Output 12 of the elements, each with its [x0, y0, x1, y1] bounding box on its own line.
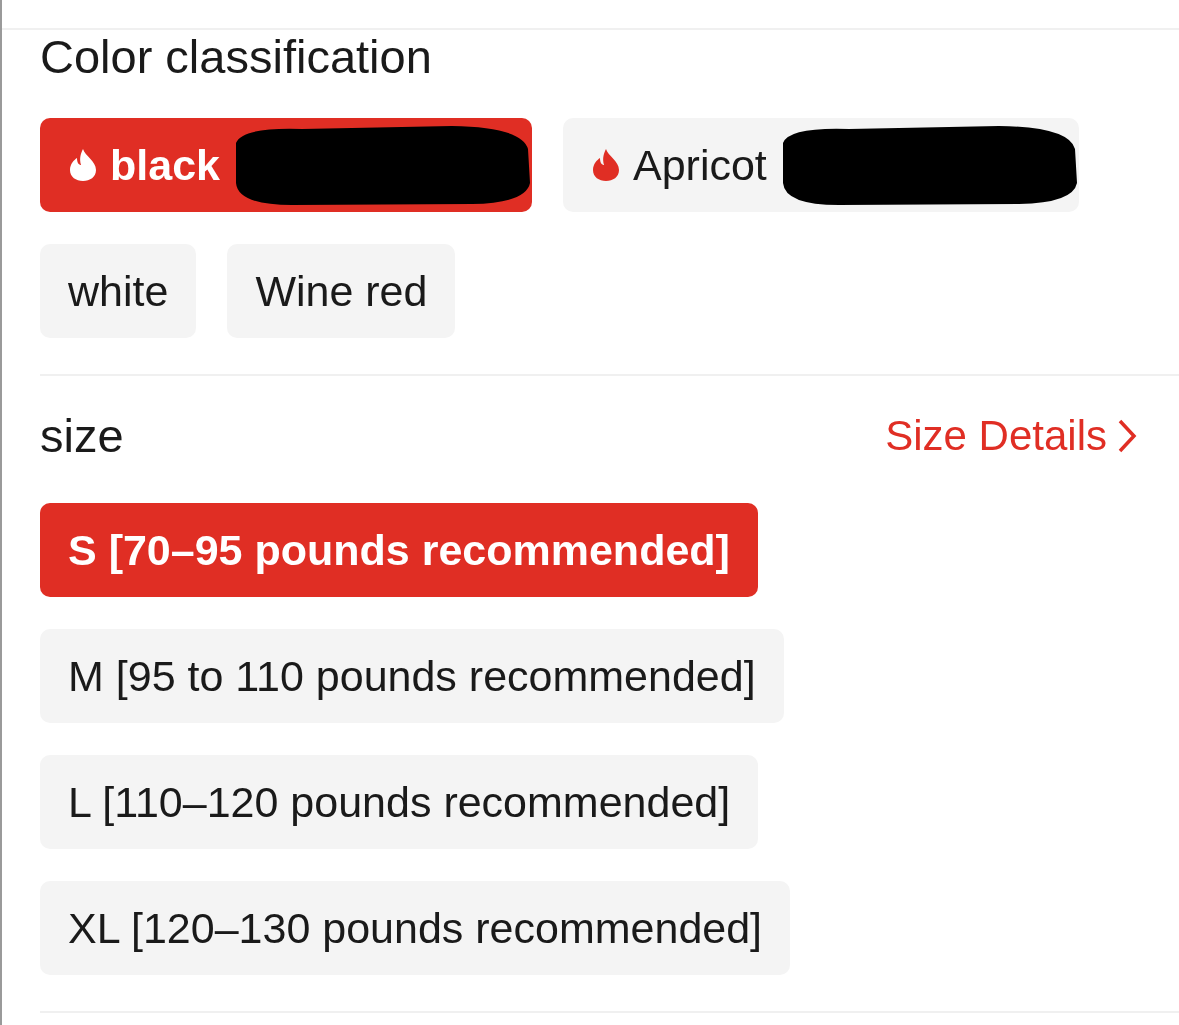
color-option[interactable]: Wine red: [227, 244, 456, 338]
size-option[interactable]: S [70–95 pounds recommended]: [40, 503, 758, 597]
section-title: Color classification: [40, 30, 433, 84]
section-title: size: [40, 408, 124, 463]
chevron-right-icon: [1117, 417, 1137, 454]
color-option[interactable]: white: [40, 244, 197, 338]
size-details-link[interactable]: Size Details: [885, 411, 1137, 460]
size-option[interactable]: M [95 to 110 pounds recommended]: [40, 629, 784, 723]
color-option[interactable]: Apricot: [562, 118, 1079, 212]
size-option[interactable]: L [110–120 pounds recommended]: [40, 755, 759, 849]
color-option[interactable]: black: [40, 118, 532, 212]
size-option[interactable]: XL [120–130 pounds recommended]: [40, 881, 791, 975]
